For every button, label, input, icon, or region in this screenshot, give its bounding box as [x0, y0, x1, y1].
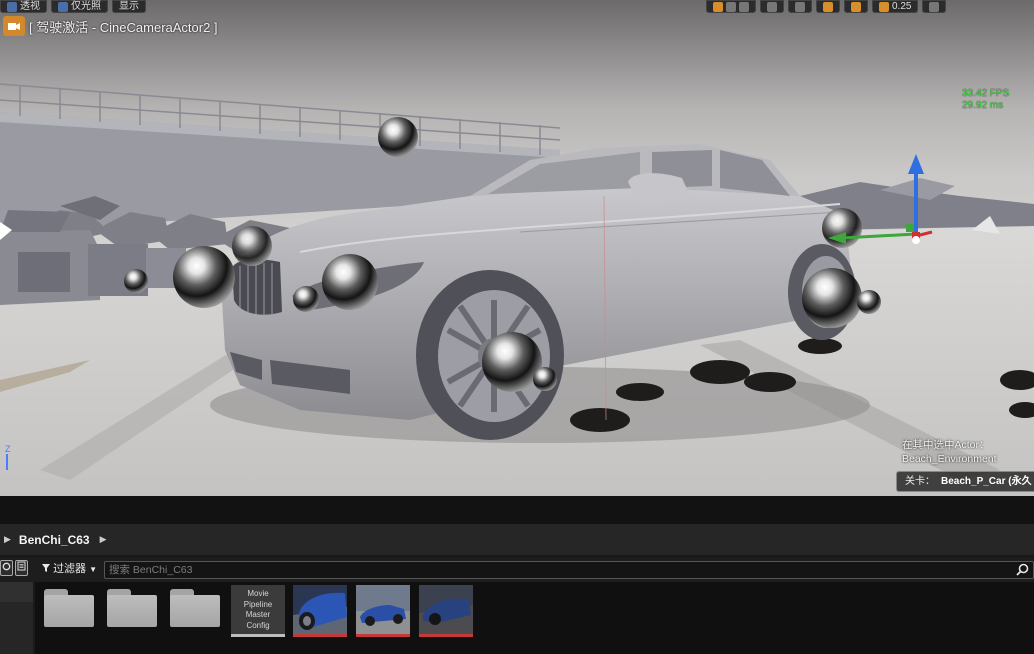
surface-snap-button[interactable]	[788, 0, 812, 13]
scene-render	[0, 83, 1034, 496]
perspective-icon	[7, 1, 17, 12]
camera-speed-button[interactable]	[922, 0, 947, 13]
content-browser-toolbar: 过滤器 ▼	[0, 558, 1034, 582]
asset-label-line: Movie	[247, 589, 269, 598]
breadcrumb-next-chevron-icon[interactable]: ▶	[100, 534, 107, 545]
surface-snap-icon	[795, 1, 805, 12]
level-name: Beach_P_Car (永久	[941, 476, 1032, 487]
render-thumbnail[interactable]	[356, 585, 410, 637]
asset-grid: Movie Pipeline Master Config	[35, 582, 1034, 654]
breadcrumb-chevron-icon[interactable]: ▶	[4, 534, 11, 545]
asset-label-line: Config	[246, 620, 270, 630]
search-field[interactable]	[104, 561, 1034, 579]
pilot-label: [ 驾驶激活 - CineCameraActor2 ]	[29, 19, 218, 35]
filter-icon	[42, 564, 50, 572]
angle-icon	[851, 1, 861, 12]
movie-pipeline-config-tile[interactable]: Movie Pipeline Master Config	[231, 585, 285, 637]
pilot-camera-icon[interactable]	[3, 16, 25, 36]
selection-line-2: Beach_Environment	[902, 453, 997, 465]
sources-icon	[2, 562, 11, 571]
fps-value: 33.42 FPS	[962, 88, 1010, 99]
breadcrumb: ▶ BenChi_C63 ▶	[0, 524, 1034, 555]
level-viewport[interactable]: 透视 仅光照 显示 0.25 [驾驶激活 - CineCameraActor2…	[0, 0, 1034, 496]
show-button[interactable]: 显示	[112, 0, 146, 13]
perspective-button[interactable]: 透视	[0, 0, 47, 13]
panel-divider	[0, 496, 1034, 524]
lit-mode-label: 仅光照	[71, 1, 101, 12]
level-label: 关卡：	[905, 476, 935, 487]
viewport-toolbar-right: 0.25	[706, 0, 947, 13]
axis-z-label: Z	[5, 444, 11, 454]
scale-snap-button[interactable]: 0.25	[872, 0, 919, 13]
rotation-snap-button[interactable]	[844, 0, 868, 13]
globe-icon	[767, 1, 777, 12]
perspective-label: 透视	[20, 1, 40, 12]
view-options-icon	[17, 561, 26, 571]
fps-readout: 33.42 FPS 29.92 ms	[962, 88, 1009, 112]
grid-icon	[823, 1, 833, 12]
asset-label-line: Master	[245, 610, 271, 619]
sources-toggle-button[interactable]	[0, 560, 13, 576]
viewport-toolbar-left: 透视 仅光照 显示	[0, 0, 146, 13]
lit-icon	[58, 1, 68, 12]
scale-snap-icon	[879, 1, 889, 12]
grid-snap-button[interactable]	[816, 0, 840, 13]
selection-line-1: 在其中选中Actor：	[902, 439, 990, 451]
lit-mode-button[interactable]: 仅光照	[51, 0, 108, 13]
axis-z-line	[6, 454, 8, 470]
search-input[interactable]	[109, 562, 999, 578]
chevron-down-icon: ▼	[89, 565, 98, 574]
thumbnail-image	[356, 585, 410, 634]
thumbnail-image	[293, 585, 347, 634]
breadcrumb-item-folder[interactable]: BenChi_C63	[19, 533, 90, 547]
sources-panel-item[interactable]	[0, 582, 33, 602]
translate-icon	[713, 1, 723, 12]
camera-speed-icon	[929, 1, 940, 12]
current-level-indicator: 关卡： Beach_P_Car (永久	[896, 471, 1034, 492]
view-options-button[interactable]	[15, 560, 28, 576]
folder-tile[interactable]	[107, 585, 161, 637]
selection-info: 在其中选中Actor： Beach_Environment	[902, 438, 997, 466]
transform-mode-button[interactable]	[706, 0, 756, 13]
asset-label-line: Pipeline	[243, 599, 273, 609]
render-thumbnail[interactable]	[293, 585, 347, 637]
folder-tile[interactable]	[170, 585, 224, 637]
sources-panel[interactable]	[0, 582, 33, 654]
view-buttons	[0, 560, 28, 576]
pilot-actor-bar: [ 驾驶激活 - CineCameraActor2 ]	[3, 16, 218, 36]
world-space-button[interactable]	[760, 0, 784, 13]
filter-button[interactable]: 过滤器 ▼	[42, 560, 97, 578]
render-thumbnail[interactable]	[419, 585, 473, 637]
search-icon[interactable]	[1016, 563, 1029, 576]
thumbnail-image	[419, 585, 473, 634]
filter-label: 过滤器	[53, 563, 87, 575]
folder-tile[interactable]	[44, 585, 98, 637]
show-label: 显示	[119, 1, 139, 12]
scale-icon	[739, 1, 749, 12]
frame-time-value: 29.92 ms	[962, 100, 1004, 111]
rotate-icon	[726, 1, 736, 12]
camera-speed-value: 0.25	[892, 1, 912, 12]
